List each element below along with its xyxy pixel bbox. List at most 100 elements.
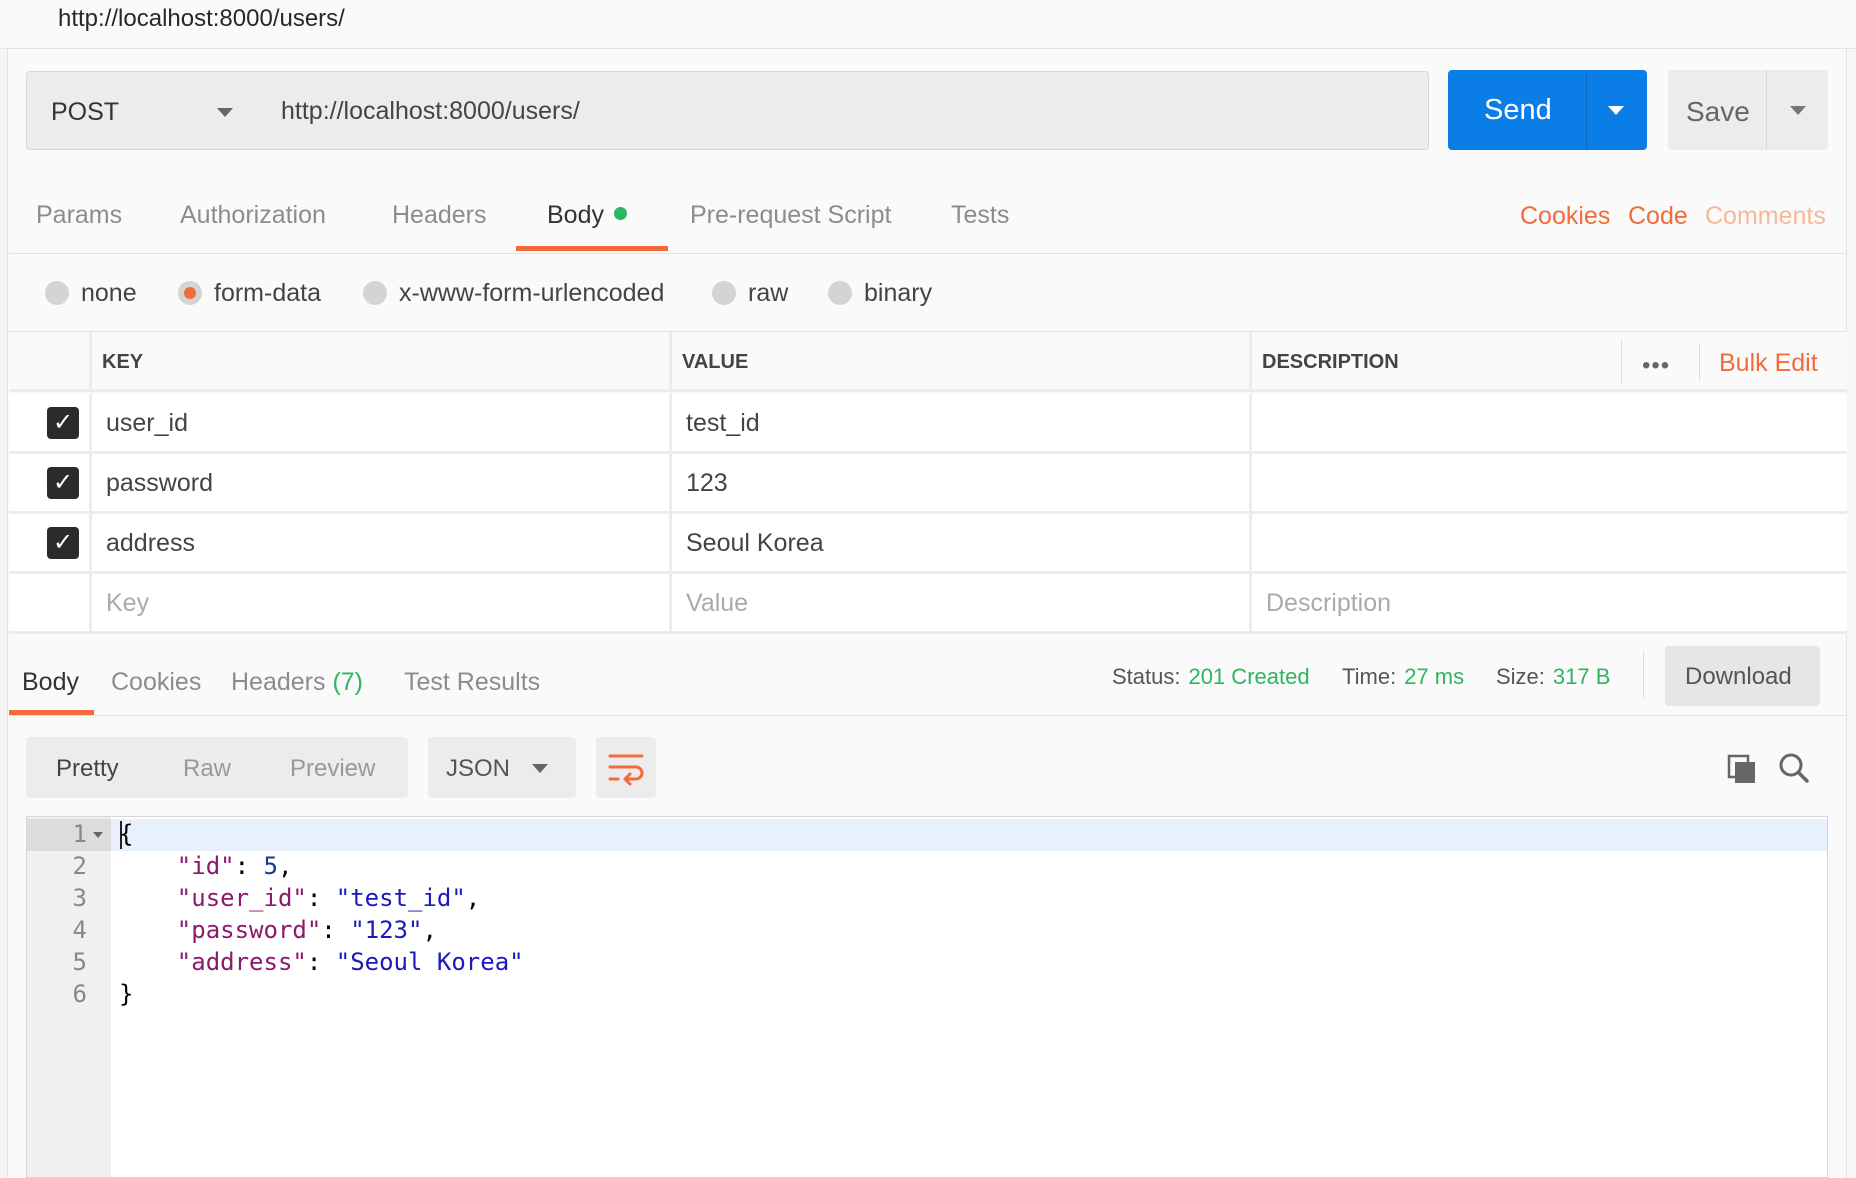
description-placeholder: Description	[1266, 589, 1392, 617]
response-tabs: Body Cookies Headers (7) Test Results St…	[9, 636, 1847, 716]
download-button[interactable]: Download	[1665, 646, 1820, 706]
view-preview[interactable]: Preview	[290, 755, 375, 783]
cookies-link[interactable]: Cookies	[1520, 202, 1610, 231]
description-input[interactable]: Description	[1249, 574, 1847, 631]
status-label: Status:	[1112, 664, 1181, 689]
header-value: VALUE	[669, 332, 1249, 389]
save-options-chevron-icon[interactable]	[1790, 106, 1806, 115]
search-icon[interactable]	[1778, 752, 1810, 784]
header-key-label: KEY	[102, 351, 144, 373]
send-label: Send	[1484, 94, 1552, 126]
tab-authorization[interactable]: Authorization	[180, 201, 326, 230]
radio-label: x-www-form-urlencoded	[399, 279, 665, 307]
tab-pre-request-script[interactable]: Pre-request Script	[690, 201, 891, 230]
header-divider	[1621, 340, 1622, 384]
code-line: "user_id": "test_id",	[176, 884, 481, 912]
url-input[interactable]: http://localhost:8000/users/	[259, 71, 1429, 150]
radio-raw[interactable]: raw	[712, 279, 788, 308]
bulk-edit-link[interactable]: Bulk Edit	[1719, 349, 1818, 378]
line-number: 6	[72, 980, 87, 1008]
value-cell[interactable]: 123	[669, 454, 1249, 511]
value-cell[interactable]: test_id	[669, 394, 1249, 451]
more-options-icon[interactable]: •••	[1642, 352, 1670, 380]
checkbox-checked-icon[interactable]: ✓	[47, 527, 79, 559]
table-header-row: KEY VALUE DESCRIPTION ••• Bulk Edit	[9, 332, 1847, 392]
table-row: ✓ user_id test_id	[9, 394, 1847, 454]
send-options-chevron-icon[interactable]	[1608, 106, 1624, 115]
wrap-lines-icon	[608, 754, 644, 786]
wrap-lines-button[interactable]	[596, 737, 656, 798]
code-line: "password": "123",	[176, 916, 437, 944]
tab-headers[interactable]: Headers	[392, 201, 487, 230]
response-tab-headers[interactable]: Headers (7)	[231, 668, 363, 697]
json-value: 5	[263, 852, 278, 880]
tab-params[interactable]: Params	[36, 201, 122, 230]
code-line: "address": "Seoul Korea"	[176, 948, 524, 976]
response-tab-test-results[interactable]: Test Results	[404, 668, 540, 697]
copy-icon[interactable]	[1726, 753, 1758, 785]
checkbox-checked-icon[interactable]: ✓	[47, 467, 79, 499]
description-cell[interactable]	[1249, 514, 1847, 571]
tab-body-label: Body	[547, 201, 604, 229]
code-line: }	[119, 980, 134, 1008]
description-cell[interactable]	[1249, 394, 1847, 451]
key-value: user_id	[106, 409, 188, 437]
key-cell[interactable]: user_id	[89, 394, 669, 451]
radio-label: form-data	[214, 279, 321, 307]
status-info: Status: 201 Created	[1112, 664, 1310, 690]
line-number: 3	[72, 884, 87, 912]
format-label: JSON	[446, 755, 511, 782]
value-cell[interactable]: Seoul Korea	[669, 514, 1249, 571]
code-line: {	[119, 820, 134, 848]
size-value: 317 B	[1552, 664, 1611, 689]
line-number: 1	[72, 820, 87, 848]
headers-label: Headers	[231, 668, 326, 696]
view-raw[interactable]: Raw	[183, 755, 231, 783]
url-value: http://localhost:8000/users/	[281, 97, 580, 125]
key-cell[interactable]: password	[89, 454, 669, 511]
response-tab-cookies[interactable]: Cookies	[111, 668, 201, 697]
radio-circle-icon	[45, 281, 69, 305]
request-title-bar: http://localhost:8000/users/	[0, 0, 1856, 49]
json-key: "id"	[176, 852, 235, 880]
header-divider	[1699, 344, 1700, 380]
method-select[interactable]: POST	[26, 71, 260, 150]
code-link[interactable]: Code	[1628, 202, 1688, 231]
send-divider	[1586, 70, 1587, 150]
checkbox-checked-icon[interactable]: ✓	[47, 407, 79, 439]
size-label: Size:	[1496, 664, 1545, 689]
value-input[interactable]: Value	[669, 574, 1249, 631]
view-pretty[interactable]: Pretty	[56, 755, 119, 783]
chevron-down-icon	[217, 108, 233, 117]
value-value: test_id	[686, 409, 760, 437]
response-body-viewer[interactable]: 1 2 3 4 5 6 { "id": 5, "user_id": "test_…	[26, 816, 1828, 1178]
left-edge	[0, 0, 8, 1178]
key-input[interactable]: Key	[89, 574, 669, 631]
radio-urlencoded[interactable]: x-www-form-urlencoded	[363, 279, 664, 308]
radio-form-data[interactable]: form-data	[178, 279, 321, 308]
response-tab-body[interactable]: Body	[22, 668, 79, 697]
line-number: 4	[72, 916, 87, 944]
radio-binary[interactable]: binary	[828, 279, 932, 308]
key-cell[interactable]: address	[89, 514, 669, 571]
send-button[interactable]: Send	[1448, 70, 1647, 150]
save-button[interactable]: Save	[1668, 70, 1828, 150]
tab-tests[interactable]: Tests	[951, 201, 1009, 230]
form-data-table: KEY VALUE DESCRIPTION ••• Bulk Edit ✓ us…	[9, 331, 1847, 635]
fold-caret-icon[interactable]	[93, 832, 103, 838]
tab-body[interactable]: Body	[547, 201, 627, 230]
json-value: "Seoul Korea"	[335, 948, 524, 976]
radio-circle-icon	[363, 281, 387, 305]
description-cell[interactable]	[1249, 454, 1847, 511]
comments-link[interactable]: Comments	[1705, 202, 1826, 231]
radio-none[interactable]: none	[45, 279, 137, 308]
time-label: Time:	[1342, 664, 1397, 689]
time-value: 27 ms	[1404, 664, 1465, 689]
request-title: http://localhost:8000/users/	[58, 5, 345, 32]
json-value: "123"	[350, 916, 423, 944]
format-select[interactable]: JSON	[428, 737, 576, 798]
json-value: "test_id"	[335, 884, 466, 912]
status-dot-icon	[613, 207, 627, 220]
time-info: Time: 27 ms	[1342, 664, 1464, 690]
header-key: KEY	[89, 332, 669, 389]
